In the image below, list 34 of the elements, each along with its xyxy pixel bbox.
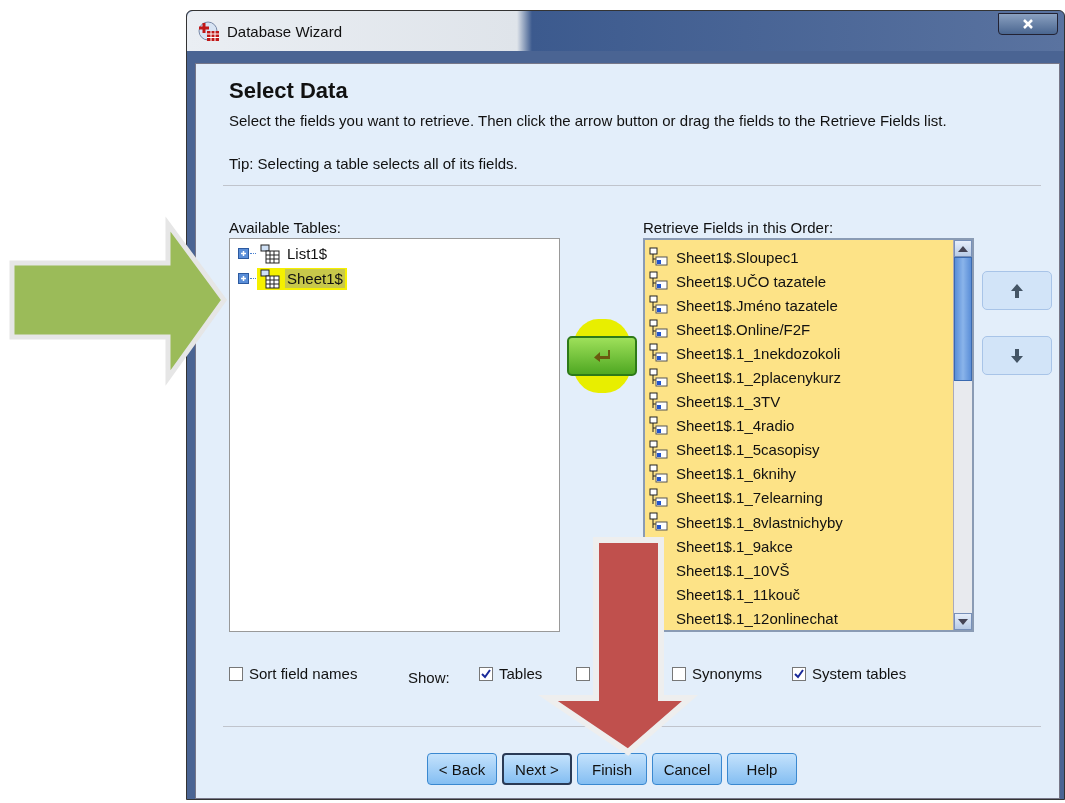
field-item[interactable]: Sheet1$.UČO tazatele (676, 272, 827, 290)
field-item[interactable]: Sheet1$.1_1nekdozokoli (676, 344, 841, 362)
field-item[interactable]: Sheet1$.1_3TV (676, 393, 781, 411)
field-item[interactable]: Sheet1$.1_2placenykurz (676, 369, 842, 386)
wizard-button[interactable]: Help (727, 753, 797, 785)
checkbox-label: System tables (812, 665, 907, 682)
field-item[interactable]: Sheet1$.Jméno tazatele (676, 296, 838, 314)
page-heading: Select Data (229, 78, 349, 104)
wizard-button[interactable]: Cancel (652, 753, 722, 785)
tip-text: Tip: Selecting a table selects all of its fields. (229, 155, 519, 172)
field-item[interactable]: Sheet1$.1_12onlinechat (676, 609, 838, 627)
wizard-button[interactable]: < Back (427, 753, 497, 785)
field-item[interactable]: Sheet1$.1_6knihy (676, 465, 797, 483)
tree-item[interactable]: Sheet1$ (285, 269, 345, 288)
wizard-button[interactable]: Next > (502, 753, 572, 785)
window-title: Database Wizard (227, 22, 343, 40)
field-item[interactable]: Sheet1$.1_7elearning (676, 489, 823, 507)
checkbox-label: Sort field names (249, 665, 358, 682)
field-item[interactable]: Sheet1$.1_4radio (676, 417, 795, 435)
field-item[interactable]: Sheet1$.1_8vlastnichyby (676, 513, 843, 531)
list-label: Available Tables: (229, 219, 343, 236)
description-text: Select the fields you want to retrieve. Then click the arrow button or drag the fields to the Retrieve Fields list. (229, 112, 948, 129)
field-item[interactable]: Sheet1$.Sloupec1 (676, 248, 799, 266)
checkbox-label: Synonyms (692, 665, 763, 682)
list-label: Retrieve Fields in this Order: (643, 219, 835, 236)
wizard-button[interactable]: Finish (577, 753, 647, 785)
field-item[interactable]: Sheet1$.1_11kouč (676, 585, 800, 603)
field-item[interactable]: Sheet1$.1_10VŠ (676, 561, 790, 579)
show-label: Show: (408, 669, 451, 686)
tree-item[interactable]: List1$ (285, 244, 330, 263)
field-item[interactable]: Sheet1$.1_9akce (676, 537, 793, 555)
field-item[interactable]: Sheet1$.1_5casopisy (676, 441, 820, 459)
field-item[interactable]: Sheet1$.Online/F2F (676, 320, 811, 338)
checkbox-label: Tables (499, 665, 543, 682)
